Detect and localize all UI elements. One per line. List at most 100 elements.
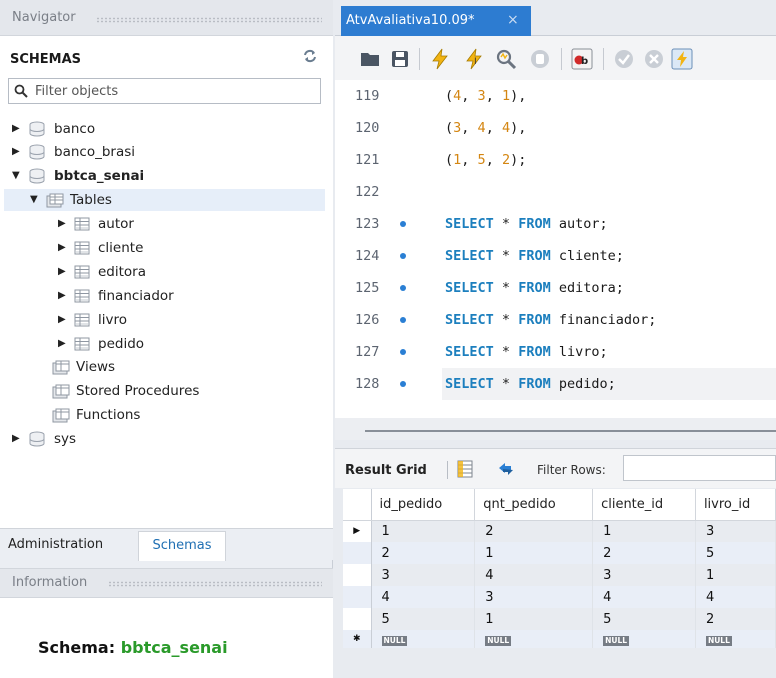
column-header[interactable]: cliente_id (592, 489, 696, 521)
table-cell[interactable]: 2 (371, 542, 476, 564)
table-cell[interactable]: 3 (695, 520, 776, 542)
refresh-icon[interactable] (302, 48, 318, 64)
tree-item-banco[interactable]: ▶ banco (12, 118, 95, 140)
table-cell[interactable]: 4 (695, 586, 776, 608)
tree-item-table-pedido[interactable]: ▶ pedido (58, 333, 144, 355)
table-cell[interactable]: 1 (695, 564, 776, 586)
table-cell[interactable]: 1 (371, 520, 476, 542)
tree-item-functions[interactable]: Functions (52, 404, 140, 426)
table-header-row: id_pedido qnt_pedido cliente_id livro_id (343, 489, 776, 521)
tree-item-table-editora[interactable]: ▶ editora (58, 261, 146, 283)
tree-item-banco-brasi[interactable]: ▶ banco_brasi (12, 141, 135, 163)
table-cell[interactable]: 3 (474, 586, 594, 608)
table-cell[interactable]: 1 (592, 520, 696, 542)
panel-splitter[interactable] (335, 418, 776, 440)
expand-arrow-icon[interactable]: ▶ (58, 314, 68, 326)
table-cell[interactable]: 5 (592, 608, 696, 630)
tree-item-table-financiador[interactable]: ▶ financiador (58, 285, 174, 307)
table-cell[interactable]: 3 (592, 564, 696, 586)
stop-icon[interactable] (529, 48, 551, 70)
tree-item-stored-procedures[interactable]: Stored Procedures (52, 380, 199, 402)
line-number: 124 (355, 248, 380, 264)
new-row[interactable]: ✱ NULL NULL NULL NULL (343, 630, 776, 648)
tree-item-label: Views (76, 359, 116, 375)
table-cell[interactable]: NULL (474, 630, 594, 648)
expand-arrow-icon[interactable]: ▶ (12, 123, 22, 135)
navigator-header: Navigator (0, 0, 333, 36)
table-cell[interactable]: 1 (474, 608, 594, 630)
open-folder-icon[interactable] (359, 48, 381, 70)
tab-atvavaliativa[interactable]: AtvAvaliativa10.09* × (341, 6, 531, 36)
tree-item-bbtca-senai[interactable]: ▼ bbtca_senai (12, 165, 144, 187)
tree-item-views[interactable]: Views (52, 356, 115, 378)
grid-view-icon[interactable] (457, 460, 473, 478)
collapse-arrow-icon[interactable]: ▼ (30, 194, 40, 206)
line-number: 123 (355, 216, 380, 232)
column-header[interactable]: qnt_pedido (474, 489, 594, 521)
table-cell[interactable]: 4 (371, 586, 476, 608)
table-row[interactable]: 5 1 5 2 (343, 608, 776, 630)
table-cell[interactable]: NULL (695, 630, 776, 648)
table-cell[interactable]: NULL (592, 630, 696, 648)
grip-handle[interactable] (96, 17, 322, 23)
table-cell[interactable]: 5 (695, 542, 776, 564)
autocommit-icon[interactable] (671, 48, 693, 70)
expand-arrow-icon[interactable]: ▶ (58, 266, 68, 278)
table-cell[interactable]: 2 (592, 542, 696, 564)
tree-item-sys[interactable]: ▶ sys (12, 428, 76, 450)
expand-arrow-icon[interactable]: ▶ (58, 338, 68, 350)
table-cell[interactable]: NULL (371, 630, 476, 648)
commit-icon[interactable] (613, 48, 635, 70)
grip-handle[interactable] (108, 581, 322, 587)
close-icon[interactable]: × (507, 12, 519, 28)
information-pane: Schema: bbtca_senai (0, 598, 333, 678)
table-row[interactable]: 2 1 2 5 (343, 542, 776, 564)
table-cell[interactable]: 5 (371, 608, 476, 630)
tree-item-table-autor[interactable]: ▶ autor (58, 213, 134, 235)
table-cell[interactable]: 4 (474, 564, 594, 586)
tree-item-label: editora (98, 264, 147, 280)
table-cell[interactable]: 3 (371, 564, 476, 586)
result-grid-tab[interactable]: Result Grid (345, 463, 427, 478)
expand-arrow-icon[interactable]: ▶ (12, 433, 22, 445)
navigator-tabs: Administration Schemas (0, 528, 333, 561)
execute-current-icon[interactable]: I (463, 48, 485, 70)
code-line-current: 128 SELECT * FROM pedido; (335, 368, 776, 400)
filter-objects-input[interactable] (35, 82, 315, 100)
column-header[interactable]: livro_id (695, 489, 776, 521)
tab-administration[interactable]: Administration (8, 537, 103, 552)
database-icon (29, 144, 45, 160)
execute-icon[interactable] (429, 48, 451, 70)
tree-item-label: financiador (98, 288, 174, 304)
collapse-arrow-icon[interactable]: ▼ (12, 170, 22, 182)
null-badge: NULL (485, 635, 512, 646)
explain-icon[interactable] (495, 48, 517, 70)
column-header[interactable]: id_pedido (371, 489, 476, 521)
filter-objects-box[interactable] (8, 78, 321, 104)
table-row[interactable]: 4 3 4 4 (343, 586, 776, 608)
filter-arrows-icon[interactable] (497, 462, 515, 476)
expand-arrow-icon[interactable]: ▶ (12, 146, 22, 158)
table-cell[interactable]: 2 (474, 520, 594, 542)
expand-arrow-icon[interactable]: ▶ (58, 242, 68, 254)
tree-item-table-livro[interactable]: ▶ livro (58, 309, 127, 331)
tab-schemas[interactable]: Schemas (138, 531, 226, 561)
table-cell[interactable]: 1 (474, 542, 594, 564)
horizontal-scrollbar[interactable] (365, 430, 776, 432)
filter-rows-input[interactable] (623, 455, 776, 481)
table-cell[interactable]: 4 (592, 586, 696, 608)
sql-editor[interactable]: 119 (4, 3, 1), 120 (3, 4, 4), 121 (1, 5,… (335, 80, 776, 418)
save-icon[interactable] (389, 48, 411, 70)
tree-item-table-cliente[interactable]: ▶ cliente (58, 237, 143, 259)
toggle-errors-icon[interactable]: b (571, 48, 593, 70)
row-header (343, 542, 372, 564)
expand-arrow-icon[interactable]: ▶ (58, 290, 68, 302)
table-row[interactable]: ▶ 1 2 1 3 (343, 520, 776, 542)
tree-item-tables[interactable]: ▼ Tables (4, 189, 325, 211)
table-cell[interactable]: 2 (695, 608, 776, 630)
rollback-icon[interactable] (643, 48, 665, 70)
tree-item-label: Stored Procedures (76, 383, 200, 399)
expand-arrow-icon[interactable]: ▶ (58, 218, 68, 230)
table-icon (74, 217, 90, 231)
table-row[interactable]: 3 4 3 1 (343, 564, 776, 586)
